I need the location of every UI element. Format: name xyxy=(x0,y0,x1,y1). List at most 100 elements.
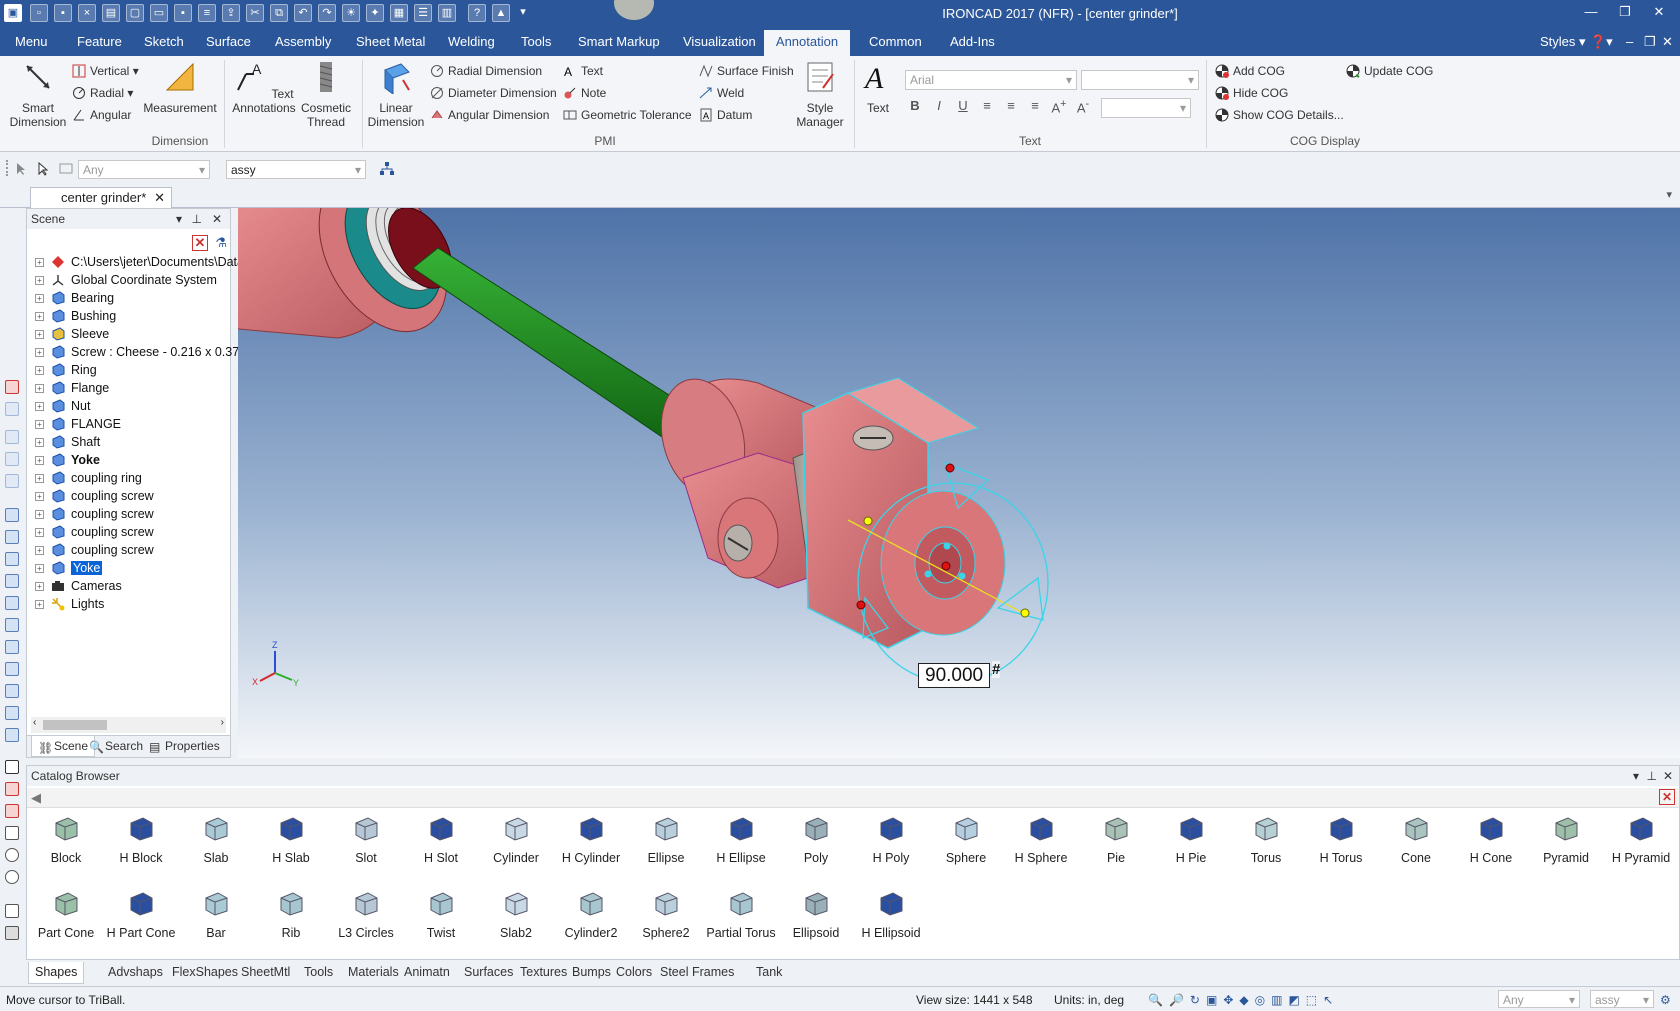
tab-smart-markup[interactable]: Smart Markup xyxy=(578,34,660,49)
shape-item[interactable]: Sphere2 xyxy=(629,889,703,940)
align-right-icon[interactable]: ≡ xyxy=(1025,98,1045,118)
print-icon[interactable]: ▤ xyxy=(102,4,120,22)
tree-item[interactable]: + Shaft xyxy=(27,433,230,451)
shape-item[interactable]: Ellipse xyxy=(629,814,703,865)
shape-item[interactable]: H Pie xyxy=(1154,814,1228,865)
shape-item[interactable]: H Torus xyxy=(1304,814,1378,865)
text-annotations-button[interactable]: A Text Annotations xyxy=(228,60,300,115)
doc-restore-button[interactable]: ❐ xyxy=(1644,34,1656,50)
scrollbar-thumb[interactable] xyxy=(43,720,107,730)
app-logo-icon[interactable]: ▣ xyxy=(4,4,22,22)
shape-item[interactable]: Cylinder2 xyxy=(554,889,628,940)
pan-icon[interactable]: ✥ xyxy=(1223,993,1239,1007)
block-tool-icon[interactable] xyxy=(5,640,19,654)
catalog-tab[interactable]: Bumps xyxy=(572,965,611,979)
pin-icon[interactable]: ⊥ xyxy=(1647,769,1657,783)
shape-item[interactable]: H Slab xyxy=(254,814,328,865)
rotate-tool-icon[interactable] xyxy=(5,848,19,862)
shape-item[interactable]: Slab xyxy=(179,814,253,865)
shading-icon[interactable]: ◩ xyxy=(1288,993,1305,1007)
scene-tool-icon[interactable] xyxy=(5,380,19,394)
tree-item[interactable]: + coupling ring xyxy=(27,469,230,487)
sparkle-icon[interactable]: ✦ xyxy=(366,4,384,22)
zoom-icon[interactable]: 🔍 xyxy=(1148,993,1169,1007)
tab-annotation[interactable]: Annotation xyxy=(764,30,850,56)
shape-item[interactable]: Sphere xyxy=(929,814,1003,865)
block-tool-icon[interactable] xyxy=(5,530,19,544)
window-icon[interactable]: ▥ xyxy=(438,4,456,22)
tree-item[interactable]: + Global Coordinate System xyxy=(27,271,230,289)
selection-filter-select[interactable]: Any ▾ xyxy=(78,160,210,179)
select-tool-icon[interactable]: ⬚ xyxy=(1306,993,1323,1007)
expand-icon[interactable]: + xyxy=(35,546,44,555)
diameter-dim-button[interactable]: Diameter Dimension xyxy=(428,84,557,102)
tab-tools[interactable]: Tools xyxy=(521,34,551,49)
expand-icon[interactable]: + xyxy=(35,474,44,483)
expand-icon[interactable]: + xyxy=(35,492,44,501)
chevron-down-icon[interactable]: ▾ xyxy=(1633,769,1639,783)
angle-tool-icon[interactable] xyxy=(5,826,19,840)
scroll-right-icon[interactable]: › xyxy=(221,717,224,728)
shape-item[interactable]: Rib xyxy=(254,889,328,940)
display-icon[interactable]: ▥ xyxy=(1271,993,1288,1007)
text-pmi-button[interactable]: A Text xyxy=(561,62,603,80)
copy-icon[interactable]: ⧉ xyxy=(270,4,288,22)
tree-item[interactable]: + Sleeve xyxy=(27,325,230,343)
expand-icon[interactable]: + xyxy=(35,348,44,357)
shape-item[interactable]: Poly xyxy=(779,814,853,865)
note-button[interactable]: Note xyxy=(561,84,606,102)
camera-icon[interactable]: ◎ xyxy=(1255,993,1271,1007)
tab-list-chevron-icon[interactable]: ▾ xyxy=(1666,188,1672,201)
tab-properties[interactable]: ▤ Properties xyxy=(149,739,220,754)
shape-item[interactable]: H Slot xyxy=(404,814,478,865)
tab-common[interactable]: Common xyxy=(869,34,922,49)
tab-assembly[interactable]: Assembly xyxy=(275,34,331,49)
catalog-tab[interactable]: SheetMtl xyxy=(241,965,290,979)
style-manager-button[interactable]: Style Manager xyxy=(790,60,850,129)
scene-search-bar[interactable]: ✕ ⚗ xyxy=(27,233,230,253)
tree-item[interactable]: + C:\Users\jeter\Documents\Data\2 xyxy=(27,253,254,271)
tool-icon[interactable] xyxy=(5,474,19,488)
shape-item[interactable]: H Cone xyxy=(1454,814,1528,865)
pin-icon[interactable]: ⊥ xyxy=(192,212,202,226)
pointer-icon[interactable] xyxy=(36,161,52,177)
shape-item[interactable]: Block xyxy=(29,814,103,865)
text-button[interactable]: A Text xyxy=(858,60,898,115)
measure-tool-icon[interactable] xyxy=(5,760,19,774)
catalog-tab[interactable]: Textures xyxy=(520,965,567,979)
select-part-icon[interactable] xyxy=(14,161,30,177)
tree-item[interactable]: + Ring xyxy=(27,361,230,379)
catalog-tab[interactable]: Tank xyxy=(756,965,782,979)
save-icon[interactable]: ▪ xyxy=(54,4,72,22)
bar-tool-icon[interactable] xyxy=(5,926,19,940)
customize-arrow-icon[interactable]: ▾ xyxy=(514,4,532,22)
block-tool-icon[interactable] xyxy=(5,728,19,742)
underline-button[interactable]: U xyxy=(953,98,973,118)
tree-item[interactable]: + Nut xyxy=(27,397,230,415)
block-tool-icon[interactable] xyxy=(5,552,19,566)
scroll-left-icon[interactable]: ‹ xyxy=(33,717,36,728)
select-face-icon[interactable] xyxy=(58,161,74,177)
new-file-icon[interactable]: ▫ xyxy=(30,4,48,22)
close-button[interactable]: ✕ xyxy=(1644,4,1674,24)
tab-welding[interactable]: Welding xyxy=(448,34,495,49)
shape-item[interactable]: H Pyramid xyxy=(1604,814,1678,865)
tree-item[interactable]: + Flange xyxy=(27,379,230,397)
shape-item[interactable]: Twist xyxy=(404,889,478,940)
tree-item[interactable]: + Yoke xyxy=(27,559,230,577)
radial-dimension-button[interactable]: Radial ▾ xyxy=(70,84,133,102)
shape-item[interactable]: H Cylinder xyxy=(554,814,628,865)
block-tool-icon[interactable] xyxy=(5,574,19,588)
block-tool-icon[interactable] xyxy=(5,684,19,698)
expand-icon[interactable]: + xyxy=(35,600,44,609)
restore-button[interactable]: ❐ xyxy=(1610,4,1640,24)
shape-item[interactable]: Cylinder xyxy=(479,814,553,865)
angle-input-field[interactable]: 90.000 xyxy=(918,663,990,688)
doc-minimize-button[interactable]: – xyxy=(1626,34,1633,49)
open-folder-icon[interactable]: ▭ xyxy=(150,4,168,22)
undo-icon[interactable]: ↶ xyxy=(294,4,312,22)
shape-item[interactable]: Slab2 xyxy=(479,889,553,940)
styles-menu[interactable]: Styles ▾ xyxy=(1540,34,1586,50)
shape-item[interactable]: H Sphere xyxy=(1004,814,1078,865)
tree-item[interactable]: + coupling screw xyxy=(27,523,230,541)
